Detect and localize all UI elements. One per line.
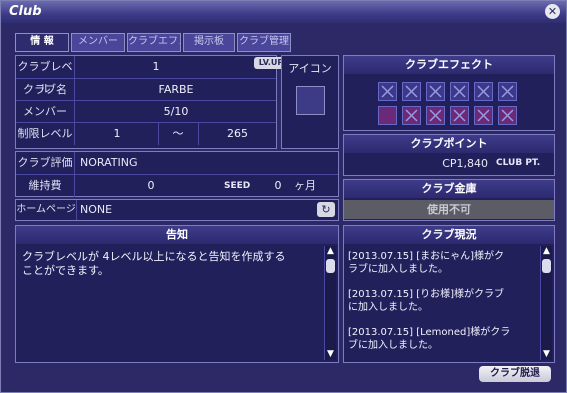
club-name-value: FARBE	[158, 83, 194, 96]
status-entry: [2013.07.15] [りお様]様がクラブ に加入しました。	[348, 288, 540, 314]
vault-status: 使用不可	[344, 200, 554, 219]
lock-x-icon	[501, 85, 514, 98]
lock-x-icon	[381, 85, 394, 98]
member-label: メンバー	[16, 101, 75, 123]
upkeep-value: 0	[147, 179, 155, 192]
scroll-up-icon[interactable]: ▲	[325, 246, 336, 257]
status-line: ブに加入しました。	[348, 340, 438, 351]
lock-x-icon	[477, 85, 490, 98]
scroll-thumb[interactable]	[326, 259, 335, 273]
status-line: [2013.07.15] [Lemoned]様がクラ	[348, 327, 511, 338]
club-name-row: クラブ名 FARBE	[16, 78, 276, 101]
scroll-down-icon[interactable]: ▼	[325, 349, 336, 360]
effect-slot-locked[interactable]	[474, 82, 493, 101]
notice-text: クラブレベルが 4レベル以上になると告知を作成する ことができます。	[22, 250, 322, 278]
effect-slot-empty[interactable]	[378, 106, 397, 125]
status-list: [2013.07.15] [まおにゃん]様がク ラブに加入しました。 [2013…	[348, 250, 540, 352]
rating-row: クラブ評価 NORATING	[16, 152, 338, 174]
disband-button[interactable]: クラブ脱退	[479, 366, 551, 382]
effect-slot-locked[interactable]	[426, 106, 445, 125]
notice-panel: 告知 クラブレベルが 4レベル以上になると告知を作成する ことができます。 ▲ …	[15, 225, 339, 363]
rating-value: NORATING	[80, 156, 138, 169]
effect-slot-locked[interactable]	[450, 82, 469, 101]
effect-panel: クラブエフェクト	[343, 55, 555, 131]
effect-slot-locked[interactable]	[450, 106, 469, 125]
lock-x-icon	[429, 109, 442, 122]
club-level-row: クラブレベル 1 LV.UP	[16, 56, 288, 95]
window-title: Club	[9, 4, 42, 19]
notice-line: ことができます。	[22, 264, 109, 277]
seed-label: SEED	[224, 181, 251, 191]
tab-info[interactable]: 情 報	[15, 33, 69, 52]
effect-slot-locked[interactable]	[402, 82, 421, 101]
club-icon-slot[interactable]	[296, 86, 325, 115]
icon-panel: アイコン	[281, 55, 339, 149]
status-entry: [2013.07.15] [まおにゃん]様がク ラブに加入しました。	[348, 250, 540, 276]
icon-label: アイコン	[288, 62, 332, 75]
rating-panel: クラブ評価 NORATING 維持費 0 SEED 0 ヶ月	[15, 151, 339, 197]
points-unit: CLUB PT.	[496, 158, 541, 168]
upkeep-row: 維持費 0 SEED 0 ヶ月	[16, 174, 338, 197]
refresh-icon[interactable]: ↻	[317, 202, 335, 217]
status-line: に加入しました。	[348, 302, 428, 313]
notice-line: クラブレベルが 4レベル以上になると告知を作成する	[22, 250, 286, 263]
club-window: Club ✕ 情 報 メンバー クラブエフェクト 掲示板 クラブ管理 クラブレベ…	[0, 0, 567, 393]
effect-slot-locked[interactable]	[498, 82, 517, 101]
club-level-value: 1	[152, 60, 160, 73]
close-icon[interactable]: ✕	[545, 4, 560, 19]
homepage-panel: ホームページ NONE ↻	[15, 199, 339, 221]
lock-x-icon	[405, 85, 418, 98]
homepage-label: ホームページ	[16, 200, 77, 220]
upkeep-label: 維持費	[16, 175, 75, 197]
tab-club-manage[interactable]: クラブ管理	[237, 33, 291, 52]
limit-level-row: 制限レベル 1 ～ 265	[16, 122, 276, 145]
lock-x-icon	[429, 85, 442, 98]
effect-slot-locked[interactable]	[498, 106, 517, 125]
info-panel: クラブレベル 1 LV.UP クラブ名 FARBE メンバー 5/10 制限レベ…	[15, 55, 288, 149]
points-title: クラブポイント	[344, 135, 554, 153]
homepage-value: NONE	[80, 203, 113, 216]
points-panel: クラブポイント CP1,840 CLUB PT.	[343, 134, 555, 176]
scroll-thumb[interactable]	[542, 259, 551, 273]
notice-scrollbar[interactable]: ▲ ▼	[324, 246, 336, 360]
vault-panel: クラブ金庫 使用不可	[343, 179, 555, 221]
status-panel: クラブ現況 [2013.07.15] [まおにゃん]様がク ラブに加入しました。…	[343, 225, 555, 363]
club-level-label: クラブレベル	[16, 56, 75, 95]
status-line: [2013.07.15] [まおにゃん]様がク	[348, 251, 505, 262]
tab-members[interactable]: メンバー	[71, 33, 125, 52]
effect-slot-locked[interactable]	[402, 106, 421, 125]
effect-title: クラブエフェクト	[344, 56, 554, 74]
status-line: [2013.07.15] [りお様]様がクラブ	[348, 289, 505, 300]
title-bar[interactable]: Club ✕	[1, 1, 566, 23]
limit-level-max: 265	[227, 127, 248, 140]
tab-board[interactable]: 掲示板	[183, 33, 235, 52]
limit-level-label: 制限レベル	[16, 123, 75, 145]
notice-title: 告知	[16, 226, 338, 244]
tab-club-effect[interactable]: クラブエフェクト	[127, 33, 181, 52]
effect-slot-locked[interactable]	[378, 82, 397, 101]
points-value: CP1,840	[442, 157, 488, 170]
scroll-down-icon[interactable]: ▼	[541, 349, 552, 360]
status-entry: [2013.07.15] [Lemoned]様がクラ ブに加入しました。	[348, 326, 540, 352]
status-scrollbar[interactable]: ▲ ▼	[540, 246, 552, 360]
vault-title: クラブ金庫	[344, 180, 554, 198]
limit-level-sep: ～	[172, 127, 184, 140]
limit-level-min: 1	[113, 127, 121, 140]
months-value: 0	[274, 179, 282, 192]
status-title: クラブ現況	[344, 226, 554, 244]
lock-x-icon	[453, 85, 466, 98]
effect-slot-locked[interactable]	[474, 106, 493, 125]
club-name-label: クラブ名	[16, 79, 75, 101]
lock-x-icon	[477, 109, 490, 122]
rating-label: クラブ評価	[16, 152, 75, 174]
lock-x-icon	[453, 109, 466, 122]
lock-x-icon	[405, 109, 418, 122]
months-unit: ヶ月	[294, 179, 316, 192]
status-line: ラブに加入しました。	[348, 264, 448, 275]
lock-x-icon	[501, 109, 514, 122]
member-row: メンバー 5/10	[16, 100, 276, 123]
member-value: 5/10	[163, 105, 189, 118]
effect-slot-locked[interactable]	[426, 82, 445, 101]
scroll-up-icon[interactable]: ▲	[541, 246, 552, 257]
